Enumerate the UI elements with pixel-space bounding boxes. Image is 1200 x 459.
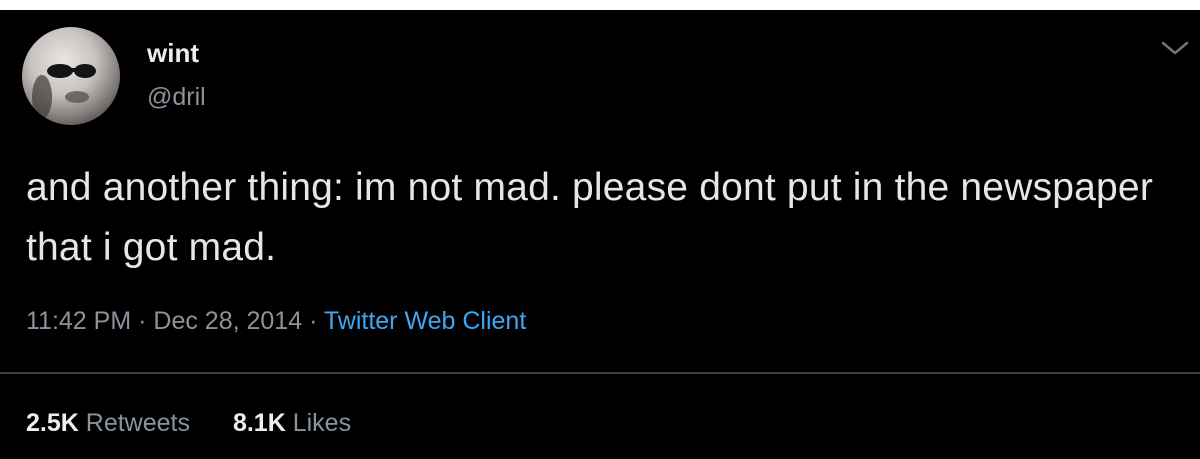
likes-label: Likes bbox=[292, 409, 352, 437]
tweet-stats: 2.5K Retweets 8.1K Likes bbox=[26, 408, 387, 438]
retweets-label: Retweets bbox=[85, 409, 190, 437]
tweet-date[interactable]: Dec 28, 2014 bbox=[153, 307, 302, 335]
likes-count: 8.1K bbox=[232, 409, 286, 437]
tweet-text: and another thing: im not mad. please do… bbox=[26, 166, 1154, 269]
tweet-time[interactable]: 11:42 PM bbox=[26, 307, 131, 335]
stats-divider bbox=[0, 372, 1200, 374]
meta-separator: · bbox=[138, 307, 147, 335]
tweet-client-link[interactable]: Twitter Web Client bbox=[324, 307, 526, 335]
meta-separator: · bbox=[309, 307, 318, 335]
chevron-down-icon[interactable] bbox=[1159, 38, 1191, 58]
avatar-face-icon bbox=[32, 64, 96, 119]
author-avatar[interactable] bbox=[22, 27, 120, 125]
tweet-card: wint @dril and another thing: im not mad… bbox=[0, 10, 1200, 459]
retweets-count: 2.5K bbox=[26, 409, 79, 437]
tweet-meta: 11:42 PM · Dec 28, 2014 · Twitter Web Cl… bbox=[26, 306, 526, 336]
retweets-stat[interactable]: 2.5K Retweets bbox=[26, 408, 190, 438]
author-display-name[interactable]: wint bbox=[147, 38, 199, 68]
author-handle[interactable]: @dril bbox=[147, 82, 206, 112]
likes-stat[interactable]: 8.1K Likes bbox=[233, 408, 351, 438]
